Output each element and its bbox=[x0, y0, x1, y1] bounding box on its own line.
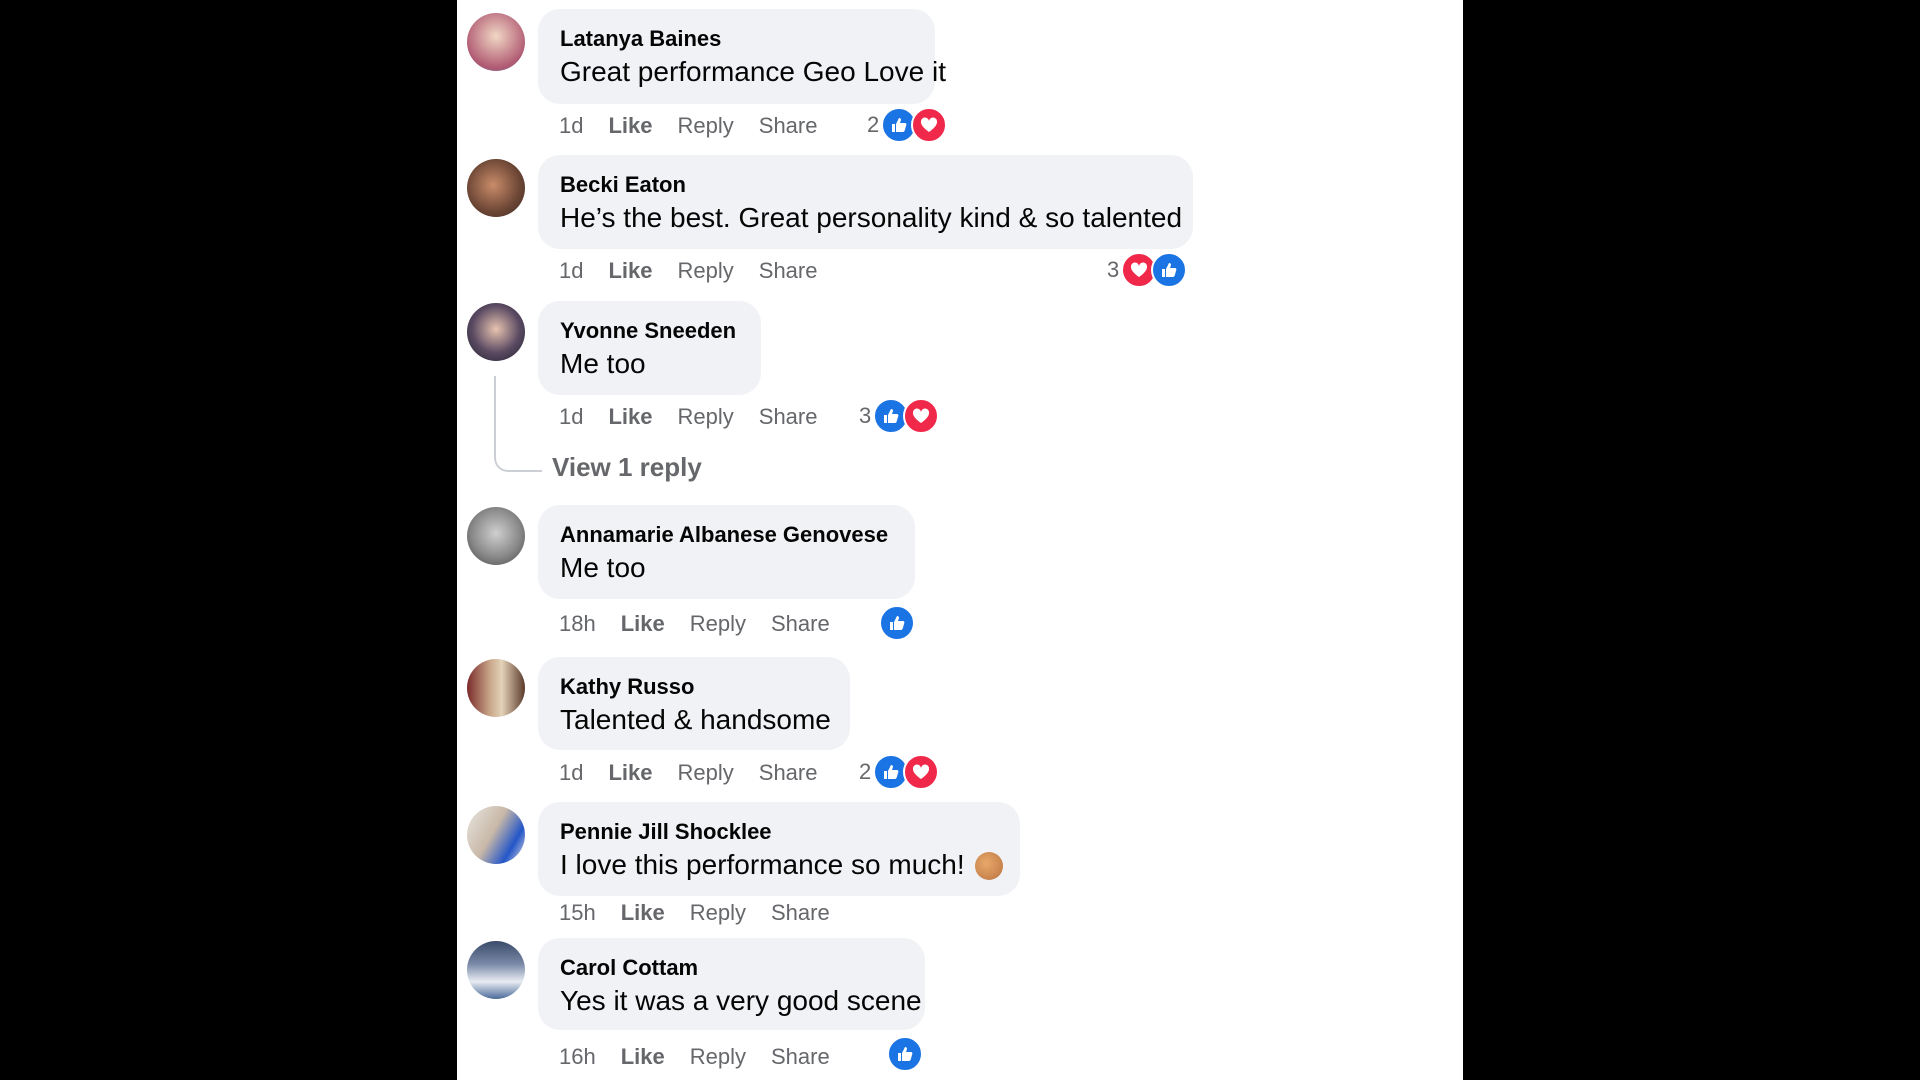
love-reaction-icon bbox=[911, 107, 948, 143]
comment-author[interactable]: Kathy Russo bbox=[560, 674, 828, 700]
reply-button[interactable]: Reply bbox=[690, 611, 746, 636]
comment-bubble: Yvonne Sneeden Me too bbox=[538, 301, 761, 395]
comment-author[interactable]: Annamarie Albanese Genovese bbox=[560, 522, 893, 548]
clapping-hands-emoji-icon bbox=[974, 852, 1003, 880]
share-button[interactable]: Share bbox=[759, 760, 818, 785]
comment-text: Talented & handsome bbox=[560, 704, 831, 735]
comment-actions: 15h Like Reply Share bbox=[559, 900, 855, 926]
reply-button[interactable]: Reply bbox=[678, 760, 734, 785]
view-replies-link[interactable]: View 1 reply bbox=[552, 452, 702, 483]
like-button[interactable]: Like bbox=[621, 1044, 665, 1069]
comment-author[interactable]: Yvonne Sneeden bbox=[560, 318, 739, 344]
comment-time[interactable]: 18h bbox=[559, 611, 596, 636]
comment-text: I love this performance so much! bbox=[560, 848, 1003, 882]
comment-text: Me too bbox=[560, 552, 646, 583]
like-button[interactable]: Like bbox=[608, 404, 652, 429]
share-button[interactable]: Share bbox=[759, 404, 818, 429]
avatar[interactable] bbox=[467, 303, 525, 361]
avatar[interactable] bbox=[467, 507, 525, 565]
comment-time[interactable]: 16h bbox=[559, 1044, 596, 1069]
like-reaction-icon bbox=[879, 605, 915, 641]
comments-panel: Latanya Baines Great performance Geo Lov… bbox=[457, 0, 1463, 1080]
comment-actions: 1d Like Reply Share bbox=[559, 760, 842, 786]
comment-text: He’s the best. Great personality kind & … bbox=[560, 202, 1183, 233]
comment-time[interactable]: 1d bbox=[559, 404, 583, 429]
avatar[interactable] bbox=[467, 941, 525, 999]
like-button[interactable]: Like bbox=[608, 760, 652, 785]
comment-actions: 1d Like Reply Share bbox=[559, 258, 842, 284]
comment-time[interactable]: 1d bbox=[559, 760, 583, 785]
reply-thread-line bbox=[494, 376, 542, 472]
love-reaction-icon bbox=[903, 754, 940, 790]
like-reaction-icon bbox=[887, 1036, 923, 1072]
comment-author[interactable]: Carol Cottam bbox=[560, 955, 903, 981]
reaction-count: 2 bbox=[867, 112, 880, 137]
like-reaction-icon bbox=[1151, 252, 1188, 288]
avatar[interactable] bbox=[467, 13, 525, 71]
reply-button[interactable]: Reply bbox=[678, 404, 734, 429]
comment-author[interactable]: Pennie Jill Shocklee bbox=[560, 819, 998, 845]
like-button[interactable]: Like bbox=[608, 113, 652, 138]
share-button[interactable]: Share bbox=[759, 258, 818, 283]
comment-actions: 16h Like Reply Share bbox=[559, 1044, 855, 1070]
comment-author[interactable]: Latanya Baines bbox=[560, 26, 913, 52]
comment-bubble: Annamarie Albanese Genovese Me too bbox=[538, 505, 915, 599]
share-button[interactable]: Share bbox=[771, 1044, 830, 1069]
avatar[interactable] bbox=[467, 159, 525, 217]
reaction-count: 2 bbox=[859, 759, 872, 784]
comment-actions: 1d Like Reply Share bbox=[559, 404, 842, 430]
reaction-summary[interactable]: 3 bbox=[1107, 252, 1188, 288]
reaction-count: 3 bbox=[859, 403, 872, 428]
reply-button[interactable]: Reply bbox=[678, 113, 734, 138]
share-button[interactable]: Share bbox=[771, 900, 830, 925]
comment-text-content: I love this performance so much! bbox=[560, 849, 965, 880]
comment-bubble: Becki Eaton He’s the best. Great persona… bbox=[538, 155, 1193, 249]
comment-actions: 1d Like Reply Share bbox=[559, 113, 842, 139]
reaction-summary[interactable] bbox=[885, 1036, 923, 1072]
comment-text: Me too bbox=[560, 348, 646, 379]
like-button[interactable]: Like bbox=[621, 900, 665, 925]
comment-bubble: Pennie Jill Shocklee I love this perform… bbox=[538, 802, 1020, 896]
love-reaction-icon bbox=[903, 398, 940, 434]
like-button[interactable]: Like bbox=[608, 258, 652, 283]
reply-button[interactable]: Reply bbox=[690, 1044, 746, 1069]
reaction-count: 3 bbox=[1107, 257, 1120, 282]
comment-actions: 18h Like Reply Share bbox=[559, 611, 855, 637]
share-button[interactable]: Share bbox=[759, 113, 818, 138]
share-button[interactable]: Share bbox=[771, 611, 830, 636]
comment-time[interactable]: 1d bbox=[559, 113, 583, 138]
reaction-summary[interactable] bbox=[877, 605, 915, 641]
reply-button[interactable]: Reply bbox=[690, 900, 746, 925]
comment-time[interactable]: 15h bbox=[559, 900, 596, 925]
reaction-summary[interactable]: 3 bbox=[859, 398, 940, 434]
reaction-summary[interactable]: 2 bbox=[859, 754, 940, 790]
reply-button[interactable]: Reply bbox=[678, 258, 734, 283]
comment-author[interactable]: Becki Eaton bbox=[560, 172, 1171, 198]
avatar[interactable] bbox=[467, 659, 525, 717]
comment-bubble: Latanya Baines Great performance Geo Lov… bbox=[538, 9, 946, 104]
comment-bubble: Carol Cottam Yes it was a very good scen… bbox=[538, 938, 925, 1030]
comment-time[interactable]: 1d bbox=[559, 258, 583, 283]
reaction-summary[interactable]: 2 bbox=[867, 107, 948, 143]
avatar[interactable] bbox=[467, 806, 525, 864]
comment-bubble: Kathy Russo Talented & handsome bbox=[538, 657, 850, 750]
like-button[interactable]: Like bbox=[621, 611, 665, 636]
comment-text: Great performance Geo Love it bbox=[560, 56, 946, 87]
comment-text: Yes it was a very good scene bbox=[560, 985, 922, 1016]
